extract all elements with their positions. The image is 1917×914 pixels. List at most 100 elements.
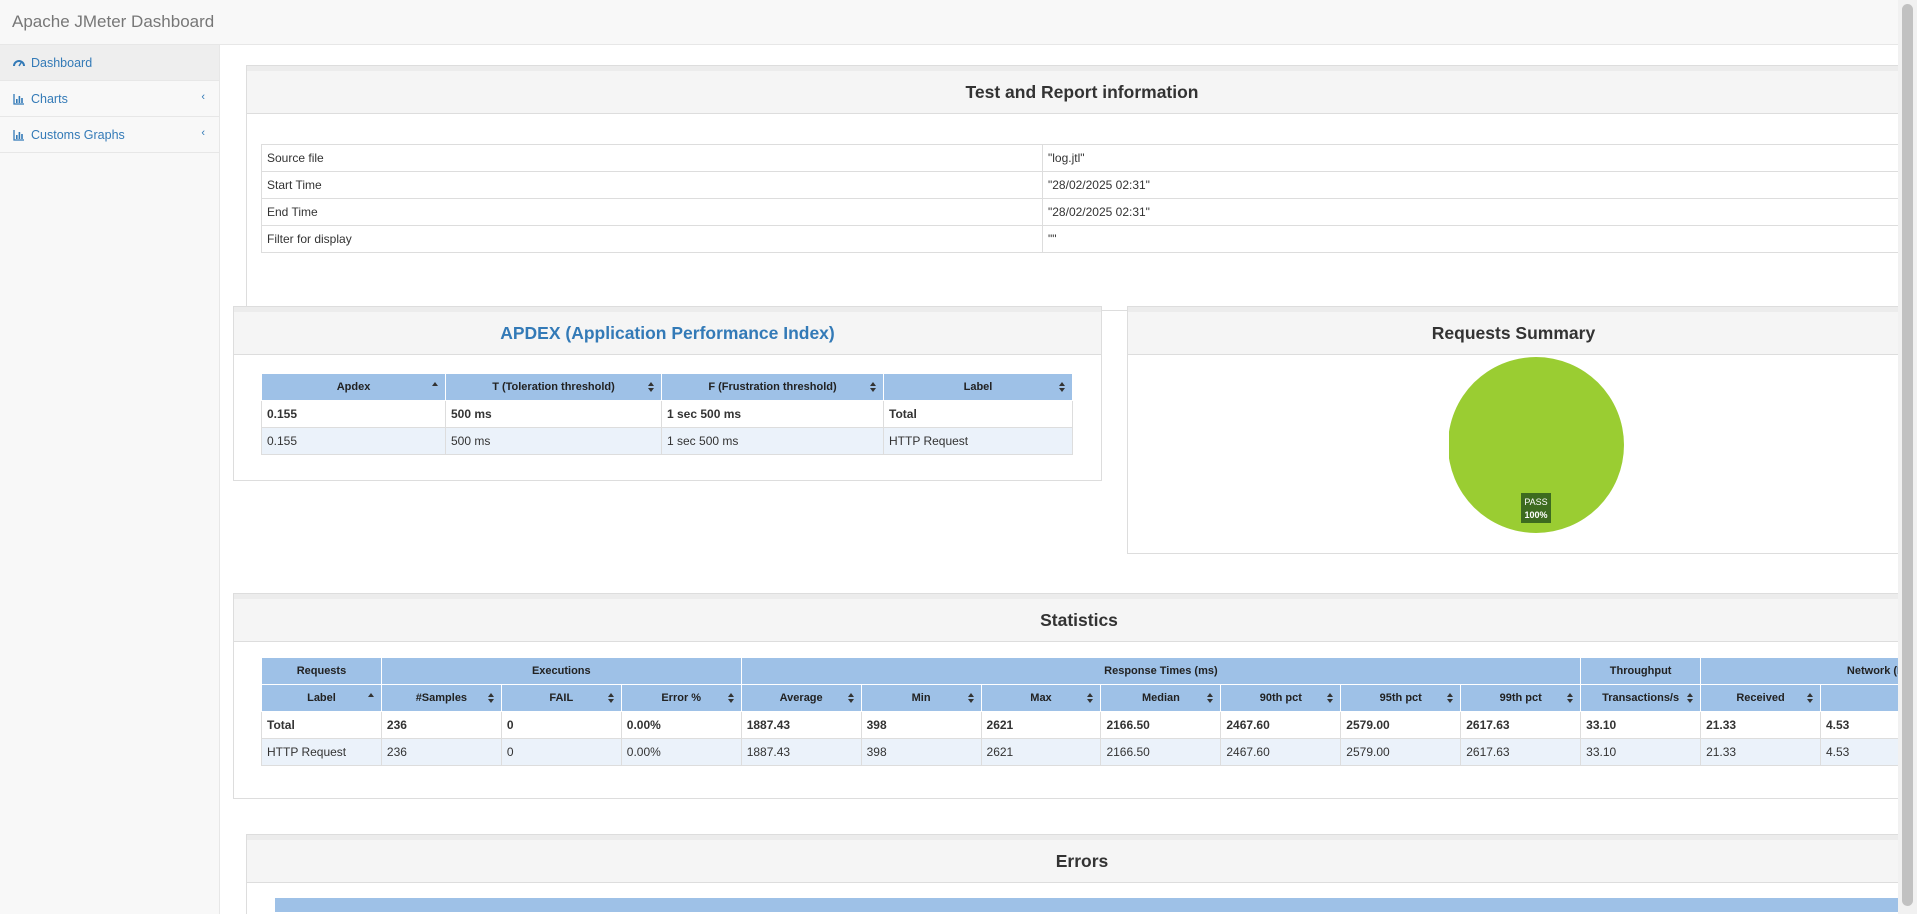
sidebar-item-charts[interactable]: Charts ‹	[0, 81, 219, 117]
cell: 33.10	[1580, 738, 1702, 766]
row-value: "28/02/2025 02:31"	[1042, 171, 1898, 199]
panel-title: Requests Summary	[1128, 307, 1898, 355]
top-navbar: Apache JMeter Dashboard	[0, 0, 1898, 45]
cell: 236	[380, 738, 502, 766]
group-header-response-times: Response Times (ms)	[740, 657, 1582, 685]
sidebar: Dashboard Charts ‹ Customs Graphs ‹	[0, 45, 220, 914]
app-title[interactable]: Apache JMeter Dashboard	[12, 12, 214, 32]
errors-table-header	[275, 898, 1898, 912]
table-row: 0.155 500 ms 1 sec 500 ms HTTP Request	[261, 427, 1073, 455]
group-header-requests: Requests	[261, 657, 382, 685]
sidebar-item-dashboard[interactable]: Dashboard	[0, 45, 219, 81]
errors-panel: Errors	[246, 834, 1898, 914]
sidebar-item-customs-graphs[interactable]: Customs Graphs ‹	[0, 117, 219, 153]
cell: 2579.00	[1340, 711, 1462, 739]
cell: 2467.60	[1220, 738, 1342, 766]
table-row: Filter for display ""	[261, 225, 1898, 253]
cell: 1887.43	[740, 738, 862, 766]
row-key: End Time	[261, 198, 1043, 226]
requests-summary-pie[interactable]: PASS 100%	[1449, 357, 1649, 547]
vertical-scrollbar[interactable]	[1898, 0, 1917, 914]
column-header-received[interactable]: Received	[1700, 684, 1821, 712]
column-header-median[interactable]: Median	[1100, 684, 1222, 712]
column-header-95th[interactable]: 95th pct	[1340, 684, 1462, 712]
column-header-max[interactable]: Max	[980, 684, 1102, 712]
cell: 2621	[980, 711, 1102, 739]
bar-chart-icon	[13, 129, 24, 141]
sidebar-item-label: Dashboard	[31, 55, 93, 70]
group-header-executions: Executions	[380, 657, 742, 685]
cell: 0.155	[261, 427, 446, 455]
statistics-panel: Statistics Requests Executions Response …	[233, 593, 1898, 799]
cell: 0.00%	[620, 711, 742, 739]
column-header-apdex[interactable]: Apdex	[261, 373, 446, 401]
panel-title: Statistics	[234, 594, 1898, 642]
cell: 0.00%	[620, 738, 742, 766]
cell: 2621	[980, 738, 1102, 766]
requests-summary-panel: Requests Summary PASS 100%	[1127, 306, 1898, 554]
cell: 500 ms	[445, 427, 662, 455]
column-header-min[interactable]: Min	[860, 684, 982, 712]
cell: 2166.50	[1100, 711, 1222, 739]
cell: 0.155	[261, 400, 446, 428]
cell: 21.33	[1700, 711, 1821, 739]
group-header-network: Network (KB/sec)	[1700, 657, 1898, 685]
chevron-left-icon[interactable]: ‹	[201, 91, 205, 103]
cell: 21.33	[1700, 738, 1821, 766]
row-key: Source file	[261, 144, 1043, 172]
column-header-toleration[interactable]: T (Toleration threshold)	[445, 373, 662, 401]
main-content: Test and Report information Source file "…	[220, 45, 1898, 914]
row-value: "28/02/2025 02:31"	[1042, 198, 1898, 226]
row-value: "log.jtl"	[1042, 144, 1898, 172]
sidebar-item-label: Customs Graphs	[31, 127, 125, 142]
cell: Total	[261, 711, 382, 739]
cell: 0	[500, 711, 622, 739]
column-header-error-pct[interactable]: Error %	[620, 684, 742, 712]
column-header-99th[interactable]: 99th pct	[1460, 684, 1582, 712]
column-header-average[interactable]: Average	[740, 684, 862, 712]
pie-slice-percent: 100%	[1524, 510, 1547, 520]
cell: 4.53	[1819, 711, 1898, 739]
cell: 2617.63	[1460, 711, 1582, 739]
column-header-sent[interactable]	[1819, 684, 1898, 712]
panel-title: APDEX (Application Performance Index)	[234, 307, 1101, 355]
cell: 398	[860, 738, 982, 766]
cell: 1 sec 500 ms	[661, 427, 884, 455]
cell: 2467.60	[1220, 711, 1342, 739]
cell: 398	[860, 711, 982, 739]
chevron-left-icon[interactable]: ‹	[201, 127, 205, 139]
cell: Total	[883, 400, 1073, 428]
test-info-panel: Test and Report information Source file "…	[246, 65, 1898, 311]
table-row: Total 236 0 0.00% 1887.43 398 2621 2166.…	[261, 711, 1898, 739]
cell: 500 ms	[445, 400, 662, 428]
panel-title: Test and Report information	[247, 66, 1898, 114]
cell: 1 sec 500 ms	[661, 400, 884, 428]
bar-chart-icon	[13, 93, 24, 105]
column-header-label[interactable]: Label	[883, 373, 1073, 401]
cell: 2166.50	[1100, 738, 1222, 766]
cell: 0	[500, 738, 622, 766]
row-value: ""	[1042, 225, 1898, 253]
column-header-fail[interactable]: FAIL	[500, 684, 622, 712]
apdex-table: Apdex T (Toleration threshold) F (Frustr…	[261, 373, 1073, 455]
apdex-panel: APDEX (Application Performance Index) Ap…	[233, 306, 1102, 481]
scrollbar-thumb[interactable]	[1902, 4, 1913, 906]
pie-slice-label: PASS	[1524, 497, 1547, 507]
cell: 2617.63	[1460, 738, 1582, 766]
cell: HTTP Request	[261, 738, 382, 766]
dashboard-icon	[13, 59, 25, 66]
column-header-transactions[interactable]: Transactions/s	[1580, 684, 1702, 712]
table-row: End Time "28/02/2025 02:31"	[261, 198, 1898, 226]
table-row: 0.155 500 ms 1 sec 500 ms Total	[261, 400, 1073, 428]
cell: 2579.00	[1340, 738, 1462, 766]
column-header-samples[interactable]: #Samples	[380, 684, 502, 712]
column-header-frustration[interactable]: F (Frustration threshold)	[661, 373, 884, 401]
column-header-90th[interactable]: 90th pct	[1220, 684, 1342, 712]
cell: 1887.43	[740, 711, 862, 739]
cell: 4.53	[1819, 738, 1898, 766]
cell: HTTP Request	[883, 427, 1073, 455]
test-info-table: Source file "log.jtl" Start Time "28/02/20…	[261, 144, 1898, 253]
table-row: HTTP Request 236 0 0.00% 1887.43 398 262…	[261, 738, 1898, 766]
column-header-label[interactable]: Label	[261, 684, 382, 712]
sidebar-item-label: Charts	[31, 91, 68, 106]
